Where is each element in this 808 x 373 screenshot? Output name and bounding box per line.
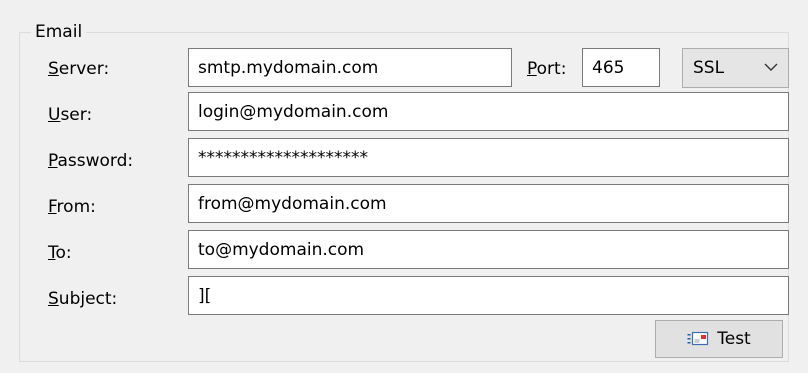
server-label-accel: S [48,59,59,79]
password-label-accel: P [48,151,58,171]
from-label: From: [48,196,96,218]
to-label: To: [48,242,72,264]
user-label-text: ser: [60,105,93,125]
port-label: Port: [527,58,566,80]
test-button-label: Test [717,329,751,349]
chevron-down-icon [764,63,778,71]
server-label: Server: [48,58,109,80]
password-field[interactable]: ******************** [188,138,789,177]
mail-icon [687,331,709,346]
security-select-value: SSL [693,58,725,78]
password-label: Password: [48,150,133,172]
user-label: User: [48,104,92,126]
server-label-text: erver: [58,59,110,79]
group-title: Email [31,21,87,43]
port-label-accel: P [527,59,537,79]
to-field[interactable]: to@mydomain.com [188,230,789,269]
subject-label-accel: S [48,289,59,309]
password-label-text: assword: [57,151,134,171]
subject-field[interactable]: ][ [188,276,789,315]
server-field[interactable]: smtp.mydomain.com [188,48,512,87]
port-label-text: ort: [536,59,567,79]
security-select[interactable]: SSL [682,48,789,88]
subject-label-text: ubject: [58,289,118,309]
to-label-accel: T [48,243,56,263]
from-label-text: rom: [56,197,96,217]
from-field[interactable]: from@mydomain.com [188,184,789,223]
subject-label: Subject: [48,288,117,310]
from-label-accel: F [48,197,57,217]
test-button[interactable]: Test [655,320,783,358]
port-field[interactable]: 465 [582,48,660,87]
user-label-accel: U [48,105,61,125]
user-field[interactable]: login@mydomain.com [188,92,789,131]
to-label-text: o: [55,243,72,263]
